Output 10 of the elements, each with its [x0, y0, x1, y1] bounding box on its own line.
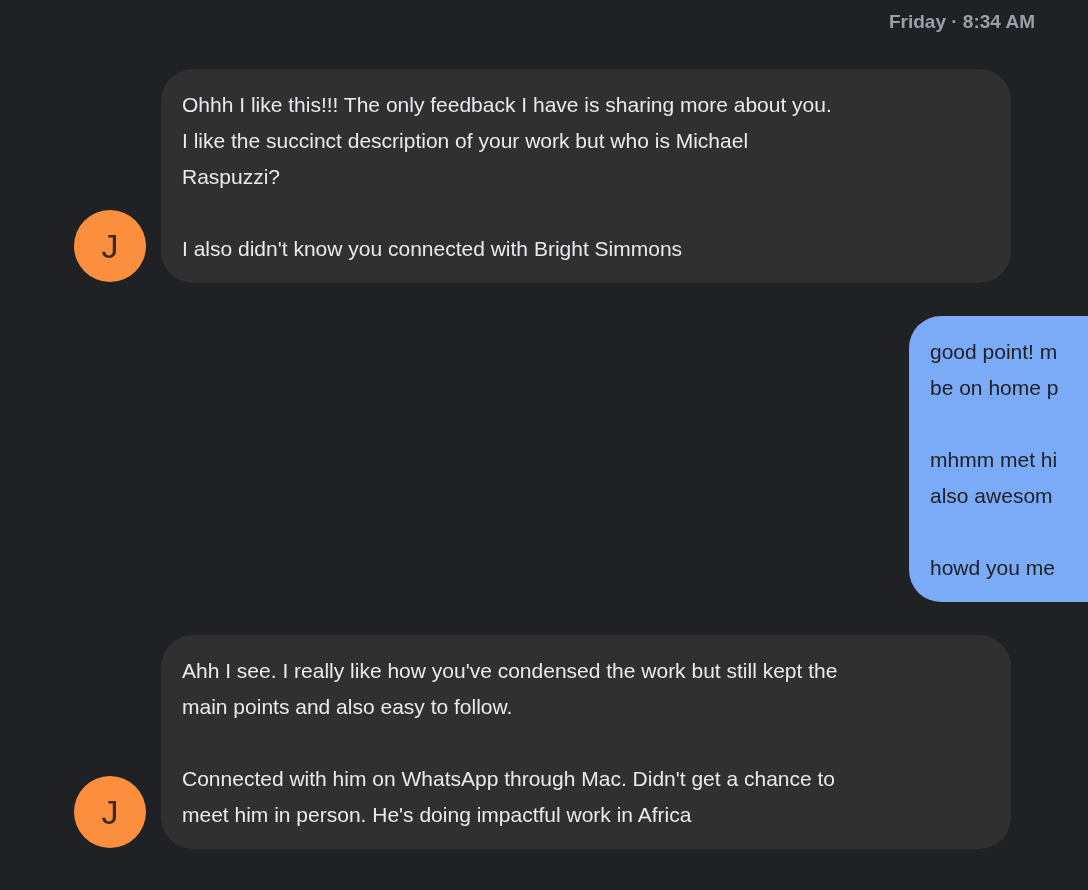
message-text: I also didn't know you connected with Bright Simmons — [182, 236, 684, 262]
timestamp: Friday · 8:34 AM — [888, 10, 1035, 34]
message-text: Connected with him on WhatsApp through Mac. Didn't get a chance to meet him in person. He's doing impactful work in Africa — [182, 766, 837, 828]
message-text: howd you me — [930, 555, 1056, 581]
avatar: J — [74, 210, 146, 282]
message-text: good point! m be on home p — [930, 339, 1060, 401]
message-text: Ahh I see. I really like how you've condensed the work but still kept the main points and also easy to follow. — [182, 658, 839, 720]
avatar: J — [74, 776, 146, 848]
message-text: mhmm met hi also awesom — [930, 447, 1059, 509]
message-text: Ohhh I like this!!! The only feedback I have is sharing more about you. I like the succinct description of your work but who is Michael Raspuzzi? — [182, 92, 833, 190]
